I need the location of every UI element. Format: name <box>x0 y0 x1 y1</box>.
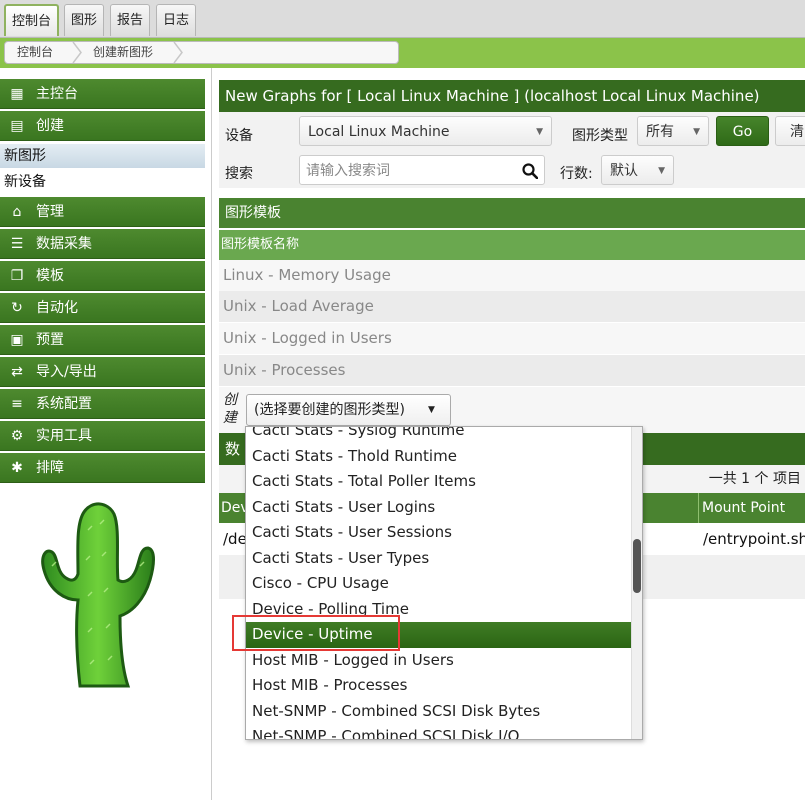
sidebar-item-label: 创建 <box>36 118 64 134</box>
rows-select[interactable]: 默认 ▼ <box>601 155 674 185</box>
create-graph-type-select[interactable]: (选择要创建的图形类型) ▼ <box>246 394 451 426</box>
breadcrumb-separator-icon <box>72 42 82 63</box>
graph-type-select-value: 所有 <box>646 124 674 140</box>
sidebar-subitem-new-graphs[interactable]: 新图形 <box>0 144 205 168</box>
device-select-value: Local Linux Machine <box>308 124 450 140</box>
sidebar-item-label: 数据采集 <box>36 236 92 252</box>
go-button[interactable]: Go <box>716 116 769 146</box>
sidebar-subitem-new-device[interactable]: 新设备 <box>0 170 205 194</box>
sidebar-item-label: 模板 <box>36 268 64 284</box>
sidebar-item-troubleshooting[interactable]: ✱ 排障 <box>0 453 205 483</box>
dropdown-option[interactable]: Cacti Stats - User Sessions <box>246 520 632 546</box>
chevron-down-icon: ▼ <box>536 127 543 137</box>
sidebar-item-main-console[interactable]: ▦ 主控台 <box>0 79 205 109</box>
dropdown-options: Cacti Stats - Syslog Runtime Cacti Stats… <box>246 427 632 739</box>
scrollbar-thumb[interactable] <box>633 539 641 593</box>
sidebar-item-system-config[interactable]: ≡ 系统配置 <box>0 389 205 419</box>
breadcrumb-console[interactable]: 控制台 <box>17 42 53 63</box>
sidebar-item-automation[interactable]: ↻ 自动化 <box>0 293 205 323</box>
map-icon: ▦ <box>10 86 24 102</box>
sidebar-item-import-export[interactable]: ⇄ 导入/导出 <box>0 357 205 387</box>
dropdown-option[interactable]: Cisco - CPU Usage <box>246 571 632 597</box>
create-select-value: (选择要创建的图形类型) <box>254 402 405 418</box>
breadcrumb-separator-icon <box>173 42 183 63</box>
chevron-down-icon: ▼ <box>693 127 700 137</box>
search-icon[interactable] <box>522 163 538 179</box>
sidebar-item-presets[interactable]: ▣ 预置 <box>0 325 205 355</box>
exchange-icon: ⇄ <box>11 364 23 380</box>
sidebar-item-create[interactable]: ▤ 创建 <box>0 111 205 141</box>
sidebar-item-label: 导入/导出 <box>36 364 97 380</box>
dropdown-scrollbar[interactable] <box>631 427 642 739</box>
highlight-annotation-box <box>232 615 400 651</box>
device-label: 设备 <box>225 128 253 144</box>
row-device: /de <box>223 530 247 548</box>
graph-template-name-column[interactable]: 图形模板名称 <box>219 230 805 260</box>
graph-templates-header: 图形模板 <box>219 198 805 228</box>
dropdown-option[interactable]: Net-SNMP - Combined SCSI Disk I/O <box>246 724 632 739</box>
breadcrumb-new-graphs[interactable]: 创建新图形 <box>93 42 153 63</box>
sidebar-item-utilities[interactable]: ⚙ 实用工具 <box>0 421 205 451</box>
copy-icon: ❐ <box>10 268 24 284</box>
search-label: 搜索 <box>225 166 253 182</box>
breadcrumb: 控制台 创建新图形 <box>4 41 399 64</box>
graph-type-label: 图形类型 <box>572 128 628 144</box>
sidebar-item-templates[interactable]: ❐ 模板 <box>0 261 205 291</box>
chevron-down-icon: ▼ <box>658 166 665 176</box>
rows-select-value: 默认 <box>610 163 638 179</box>
device-select[interactable]: Local Linux Machine ▼ <box>299 116 552 146</box>
tab-console[interactable]: 控制台 <box>4 4 60 36</box>
sidebar-item-label: 系统配置 <box>36 396 92 412</box>
graph-type-select[interactable]: 所有 ▼ <box>637 116 709 146</box>
top-tab-bar: 控制台 图形 报告 日志 <box>0 0 805 38</box>
cacti-logo <box>41 502 155 688</box>
graph-type-dropdown-list[interactable]: Cacti Stats - Syslog Runtime Cacti Stats… <box>245 426 643 740</box>
home-icon: ⌂ <box>12 204 22 220</box>
automation-icon: ↻ <box>11 300 23 316</box>
tab-graphs[interactable]: 图形 <box>64 4 105 36</box>
sidebar-item-label: 自动化 <box>36 300 78 316</box>
table-row[interactable]: Unix - Logged in Users <box>219 323 805 354</box>
sidebar-item-label: 预置 <box>36 332 64 348</box>
search-placeholder: 请输入搜索词 <box>306 163 390 179</box>
tab-reports[interactable]: 报告 <box>110 4 151 36</box>
chart-icon: ▤ <box>10 118 24 134</box>
search-filter-row: 搜索 请输入搜索词 行数: 默认 ▼ <box>219 150 805 188</box>
search-input[interactable]: 请输入搜索词 <box>299 155 545 185</box>
row-mount-point: /entrypoint.sh <box>703 530 805 548</box>
sidebar-item-label: 实用工具 <box>36 428 92 444</box>
dropdown-option[interactable]: Host MIB - Processes <box>246 673 632 699</box>
sliders-icon: ≡ <box>11 396 23 412</box>
table-row[interactable]: Linux - Memory Usage <box>219 260 805 291</box>
tab-logs[interactable]: 日志 <box>156 4 197 36</box>
sidebar-item-label: 主控台 <box>36 86 78 102</box>
table-row[interactable]: Unix - Load Average <box>219 291 805 322</box>
gears-icon: ⚙ <box>10 428 24 444</box>
dropdown-option[interactable]: Host MIB - Logged in Users <box>246 648 632 674</box>
dropdown-option[interactable]: Cacti Stats - Thold Runtime <box>246 444 632 470</box>
bug-icon: ✱ <box>11 460 23 476</box>
breadcrumb-bar: 控制台 创建新图形 <box>0 38 805 68</box>
create-label: 创建 <box>223 392 237 426</box>
sidebar-item-label: 管理 <box>36 204 64 220</box>
page-title: New Graphs for [ Local Linux Machine ] (… <box>219 80 805 112</box>
table-row[interactable]: Unix - Processes <box>219 355 805 386</box>
device-filter-row: 设备 Local Linux Machine ▼ 图形类型 所有 ▼ Go 清 <box>219 112 805 150</box>
sidebar-item-management[interactable]: ⌂ 管理 <box>0 197 205 227</box>
dropdown-option[interactable]: Net-SNMP - Combined SCSI Disk Bytes <box>246 699 632 725</box>
sidebar-item-data-collection[interactable]: ☰ 数据采集 <box>0 229 205 259</box>
dropdown-option[interactable]: Cacti Stats - Total Poller Items <box>246 469 632 495</box>
dropdown-option[interactable]: Cacti Stats - Syslog Runtime <box>246 427 632 444</box>
dropdown-option[interactable]: Cacti Stats - User Logins <box>246 495 632 521</box>
column-mount-point[interactable]: Mount Point <box>702 493 785 523</box>
dropdown-option[interactable]: Cacti Stats - User Types <box>246 546 632 572</box>
chevron-down-icon: ▼ <box>428 405 435 415</box>
clear-button[interactable]: 清 <box>775 116 805 146</box>
database-icon: ☰ <box>10 236 24 252</box>
column-divider <box>698 493 699 523</box>
rows-label: 行数: <box>560 166 593 182</box>
sidebar-item-label: 排障 <box>36 460 64 476</box>
archive-icon: ▣ <box>10 332 24 348</box>
